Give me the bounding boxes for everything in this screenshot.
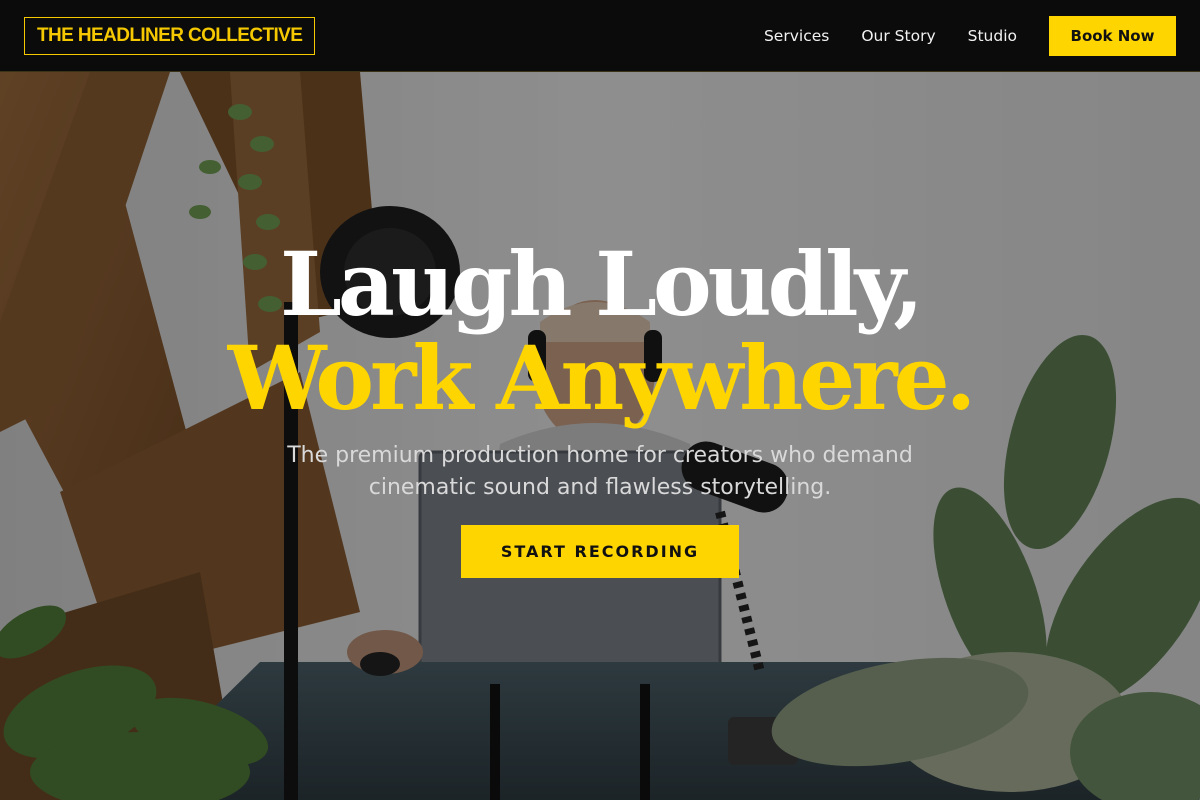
nav-link-services[interactable]: Services — [764, 27, 829, 45]
hero-section: Laugh Loudly, Work Anywhere. The premium… — [0, 72, 1200, 800]
hero-headline-line-1: Laugh Loudly, — [280, 232, 924, 336]
hero-content: Laugh Loudly, Work Anywhere. The premium… — [0, 72, 1200, 800]
start-recording-button[interactable]: START RECORDING — [461, 525, 739, 578]
nav-link-our-story[interactable]: Our Story — [861, 27, 935, 45]
site-header: THE HEADLINER COLLECTIVE Services Our St… — [0, 0, 1200, 72]
site-logo[interactable]: THE HEADLINER COLLECTIVE — [24, 16, 316, 55]
nav-link-studio[interactable]: Studio — [968, 27, 1017, 45]
main-nav: Services Our Story Studio Book Now — [764, 15, 1176, 56]
hero-subtitle: The premium production home for creators… — [287, 443, 913, 500]
hero-headline-line-2: Work Anywhere. — [227, 326, 976, 430]
book-now-button[interactable]: Book Now — [1049, 15, 1176, 56]
